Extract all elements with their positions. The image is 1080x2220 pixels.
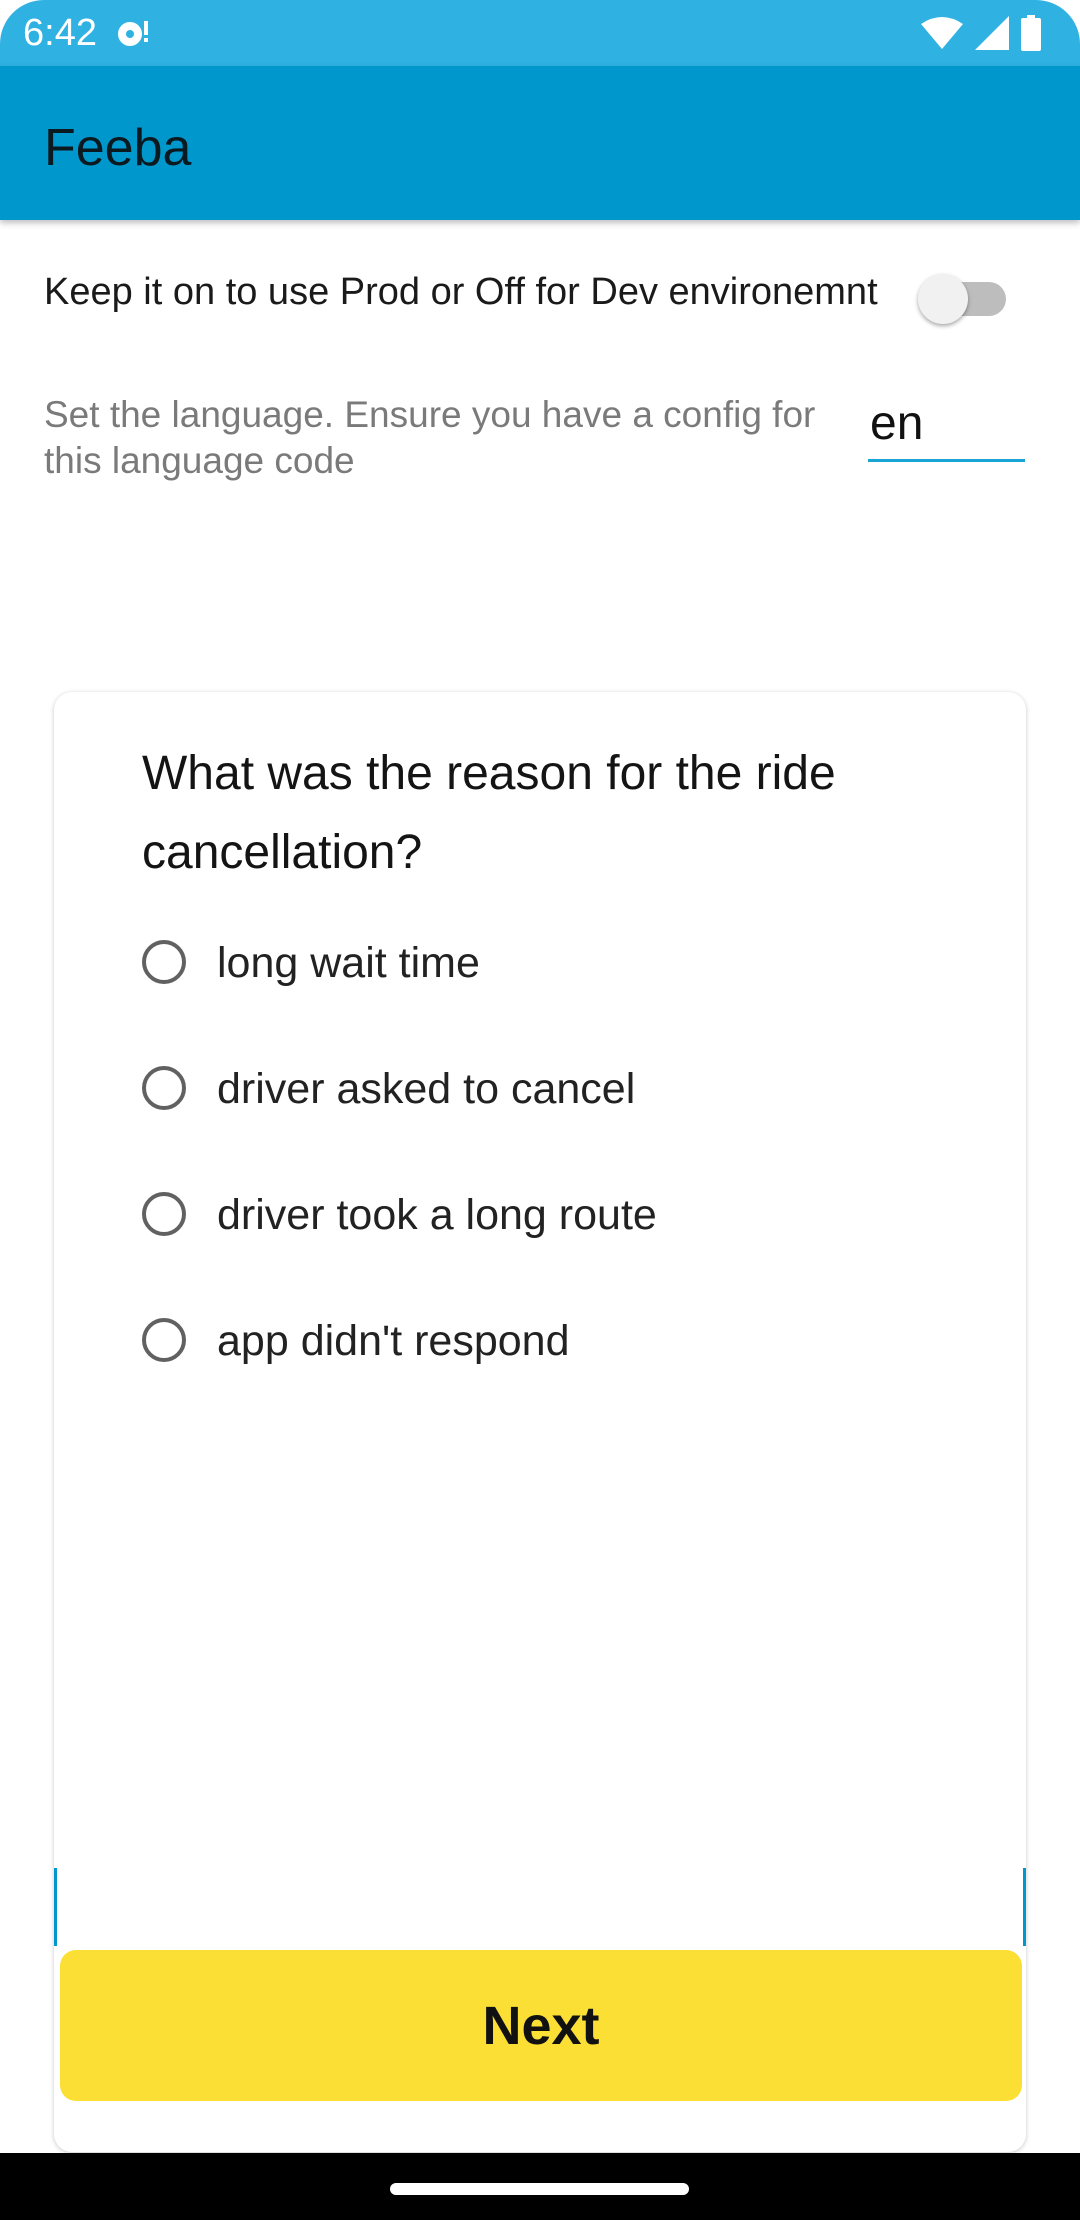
language-code-input[interactable] (868, 388, 1025, 462)
radio-button-icon[interactable] (142, 1318, 186, 1362)
next-button[interactable]: Next (60, 1950, 1022, 2101)
env-toggle-label: Keep it on to use Prod or Off for Dev en… (44, 271, 878, 313)
battery-icon (1021, 15, 1041, 51)
app-title: Feeba (44, 119, 192, 177)
survey-question: What was the reason for the ride cancell… (142, 747, 836, 879)
survey-card: What was the reason for the ride cancell… (54, 692, 1026, 2152)
env-setting-row: Keep it on to use Prod or Off for Dev en… (44, 262, 1044, 324)
survey-option[interactable]: app didn't respond (142, 1288, 942, 1414)
option-label: driver asked to cancel (217, 1065, 636, 1113)
navigation-bar (0, 2153, 1080, 2220)
app-bar: Feeba (0, 66, 1080, 220)
status-icons (920, 14, 1042, 52)
survey-options: long wait time driver asked to cancel dr… (142, 910, 942, 1414)
signal-icon (975, 16, 1009, 50)
status-bar: 6:42 (0, 0, 1080, 66)
option-label: driver took a long route (217, 1191, 657, 1239)
status-time: 6:42 (23, 12, 97, 54)
radio-button-icon[interactable] (142, 940, 186, 984)
notification-icon (118, 21, 148, 46)
wifi-icon (921, 17, 963, 49)
language-label: Set the language. Ensure you have a conf… (44, 394, 816, 481)
option-label: app didn't respond (217, 1317, 570, 1365)
radio-button-icon[interactable] (142, 1066, 186, 1110)
home-gesture-handle[interactable] (390, 2183, 689, 2195)
card-accent-line (54, 1868, 57, 1946)
language-setting-row: Set the language. Ensure you have a conf… (44, 388, 1044, 498)
survey-option[interactable]: driver took a long route (142, 1162, 942, 1288)
survey-option[interactable]: driver asked to cancel (142, 1036, 942, 1162)
env-toggle-switch[interactable] (918, 270, 1010, 324)
radio-button-icon[interactable] (142, 1192, 186, 1236)
screen: 6:42 Feeba Keep it on to use Prod or Off… (0, 0, 1080, 2220)
survey-option[interactable]: long wait time (142, 910, 942, 1036)
card-accent-line (1023, 1868, 1026, 1946)
toggle-thumb (918, 274, 968, 324)
option-label: long wait time (217, 939, 480, 987)
